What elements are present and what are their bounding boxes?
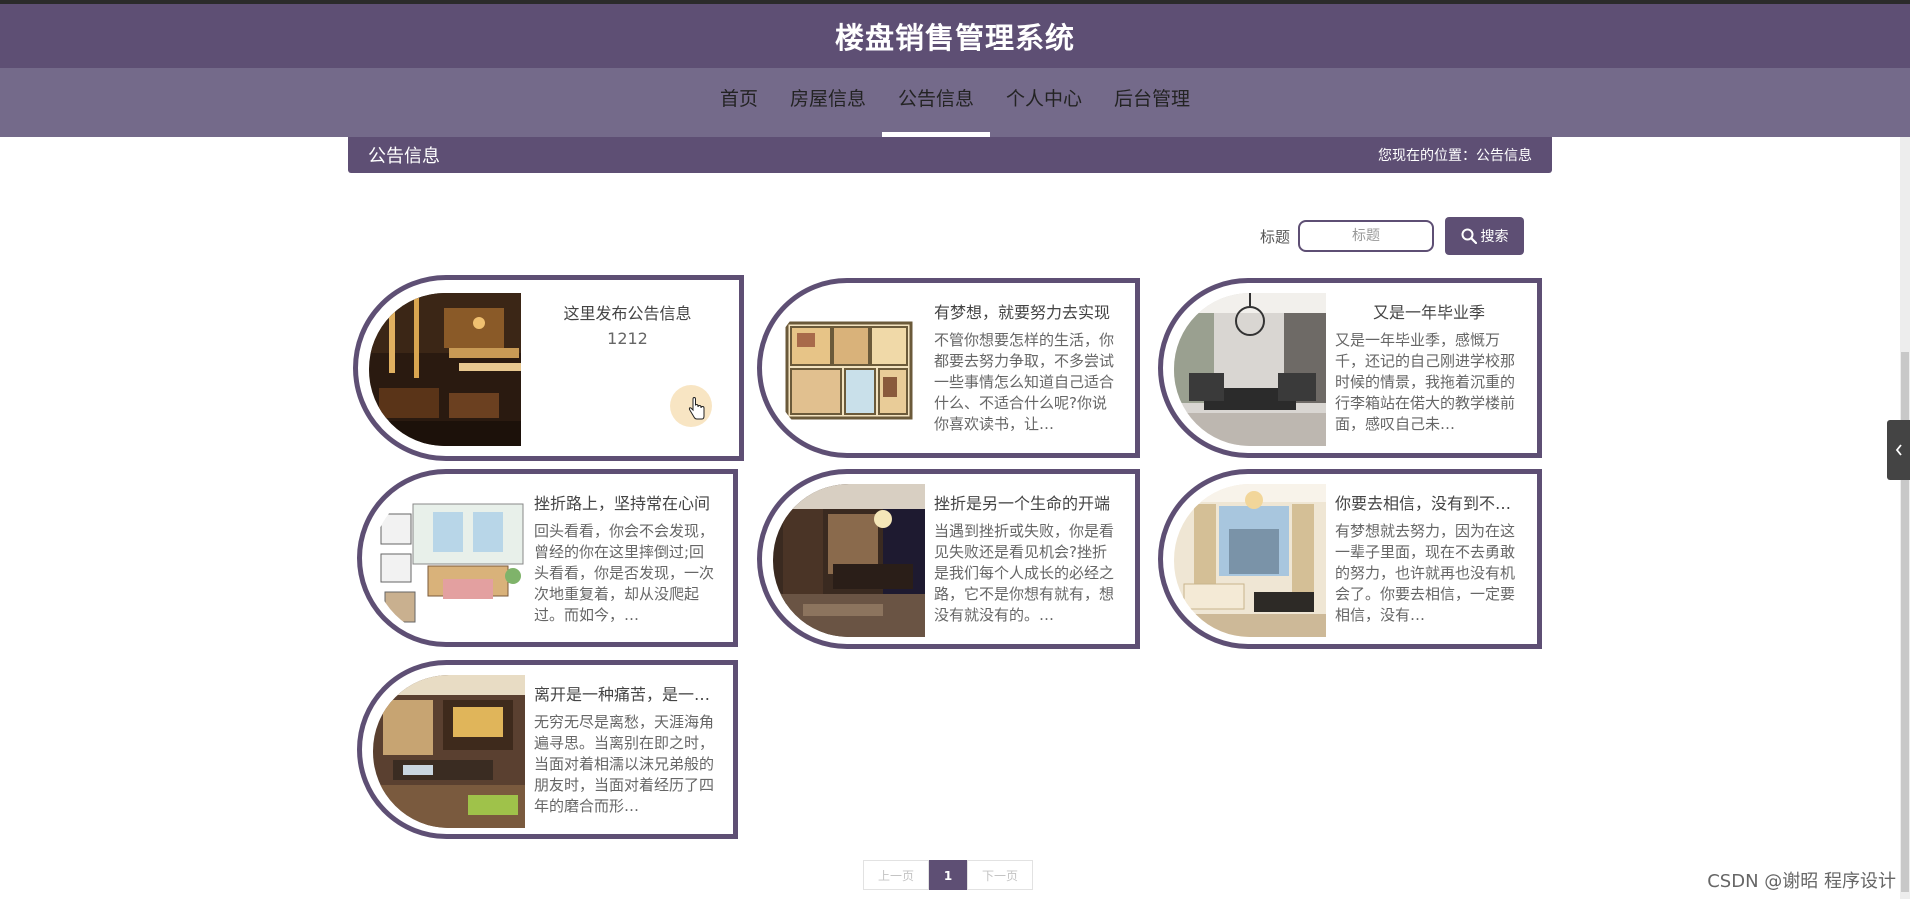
notice-image bbox=[1174, 484, 1326, 637]
notice-title: 这里发布公告信息 bbox=[563, 304, 692, 323]
notice-card[interactable]: 有梦想，就要努力去实现 不管你想要怎样的生活，你都要去努力争取，不多尝试一些事情… bbox=[757, 278, 1140, 458]
notice-card[interactable]: 这里发布公告信息 1212 bbox=[353, 275, 744, 461]
notice-summary: 无穷无尽是离愁，天涯海角遍寻思。当离别在即之时，当面对着相濡以沫兄弟般的朋友时，… bbox=[534, 713, 715, 815]
bedroom-image bbox=[773, 484, 925, 637]
prev-page-button[interactable]: 上一页 bbox=[863, 860, 930, 890]
notice-image bbox=[373, 484, 525, 637]
nav-notices[interactable]: 公告信息 bbox=[881, 68, 991, 137]
search-button[interactable]: 搜索 bbox=[1445, 217, 1525, 255]
living-room-image bbox=[1174, 293, 1326, 446]
notice-title: 挫折路上，坚持常在心间 bbox=[534, 494, 711, 513]
site-header: 楼盘销售管理系统 bbox=[0, 0, 1910, 68]
notice-card[interactable]: 挫折是另一个生命的开端 当遇到挫折或失败，你是看见失败还是看见机会?挫折是我们每… bbox=[757, 469, 1140, 649]
search-button-label: 搜索 bbox=[1480, 229, 1509, 245]
nav-admin[interactable]: 后台管理 bbox=[1098, 68, 1206, 137]
notice-card[interactable]: 又是一年毕业季 又是一年毕业季，感慨万千，还记的自己刚进学校那时候的情景，我拖着… bbox=[1158, 278, 1542, 458]
notice-title: 你要去相信，没有到不了的明天 bbox=[1335, 494, 1523, 513]
restaurant-image bbox=[369, 293, 521, 446]
hand-pointer-icon bbox=[688, 397, 705, 420]
search-icon bbox=[1461, 228, 1477, 244]
search-bar: 标题 搜索 bbox=[1260, 217, 1542, 255]
watermark: CSDN @谢昭 程序设计 bbox=[1707, 871, 1896, 892]
notice-summary: 当遇到挫折或失败，你是看见失败还是看见机会?挫折是我们每个人成长的必经之路，它不… bbox=[934, 522, 1115, 624]
section-title: 公告信息 bbox=[368, 146, 440, 167]
notice-card[interactable]: 你要去相信，没有到不了的明天 有梦想就去努力，因为在这一辈子里面，现在不去勇敢的… bbox=[1158, 469, 1542, 649]
current-location: 您现在的位置：公告信息 bbox=[1378, 148, 1532, 164]
notice-title: 离开是一种痛苦，是一种悲伤 bbox=[534, 685, 719, 704]
bright-living-room-image bbox=[1174, 484, 1326, 637]
notice-image bbox=[373, 675, 525, 828]
notice-image bbox=[773, 484, 925, 637]
notice-image bbox=[773, 293, 925, 446]
notice-title: 挫折是另一个生命的开端 bbox=[934, 494, 1111, 513]
search-input[interactable] bbox=[1298, 220, 1435, 252]
search-label: 标题 bbox=[1260, 227, 1291, 246]
notice-title: 又是一年毕业季 bbox=[1372, 303, 1485, 322]
notice-summary: 不管你想要怎样的生活，你都要去努力争取，不多尝试一些事情怎么知道自己适合什么、不… bbox=[934, 331, 1115, 433]
notice-title: 有梦想，就要努力去实现 bbox=[934, 303, 1111, 322]
pagination: 上一页 1 下一页 bbox=[863, 860, 1034, 890]
floor-plan-image bbox=[773, 293, 925, 446]
next-page-button[interactable]: 下一页 bbox=[967, 860, 1034, 890]
nav-houses[interactable]: 房屋信息 bbox=[774, 68, 882, 137]
notice-summary: 有梦想就去努力，因为在这一辈子里面，现在不去勇敢的努力，也许就再也没有机会了。你… bbox=[1335, 522, 1516, 624]
sketch-image bbox=[373, 484, 525, 637]
notice-summary: 回头看看，你会不会发现，曾经的你在这里摔倒过;回头看看，你是否发现，一次次地重复… bbox=[534, 522, 715, 624]
chevron-left-icon bbox=[1895, 444, 1902, 456]
side-panel-toggle[interactable] bbox=[1887, 420, 1910, 480]
main-nav: 首页 房屋信息 公告信息 个人中心 后台管理 bbox=[0, 68, 1910, 137]
site-title: 楼盘销售管理系统 bbox=[834, 21, 1075, 55]
page-number-button[interactable]: 1 bbox=[929, 860, 968, 890]
notice-image bbox=[369, 293, 521, 446]
notice-summary: 又是一年毕业季，感慨万千，还记的自己刚进学校那时候的情景，我拖着沉重的行李箱站在… bbox=[1335, 331, 1516, 433]
breadcrumb: 公告信息 您现在的位置：公告信息 bbox=[348, 137, 1552, 173]
nav-personal-center[interactable]: 个人中心 bbox=[990, 68, 1098, 137]
notice-card[interactable]: 挫折路上，坚持常在心间 回头看看，你会不会发现，曾经的你在这里摔倒过;回头看看，… bbox=[357, 469, 738, 647]
dining-room-image bbox=[373, 675, 525, 828]
nav-home[interactable]: 首页 bbox=[704, 68, 774, 137]
notice-card[interactable]: 离开是一种痛苦，是一种悲伤 无穷无尽是离愁，天涯海角遍寻思。当离别在即之时，当面… bbox=[357, 660, 738, 839]
notice-image bbox=[1174, 293, 1326, 446]
